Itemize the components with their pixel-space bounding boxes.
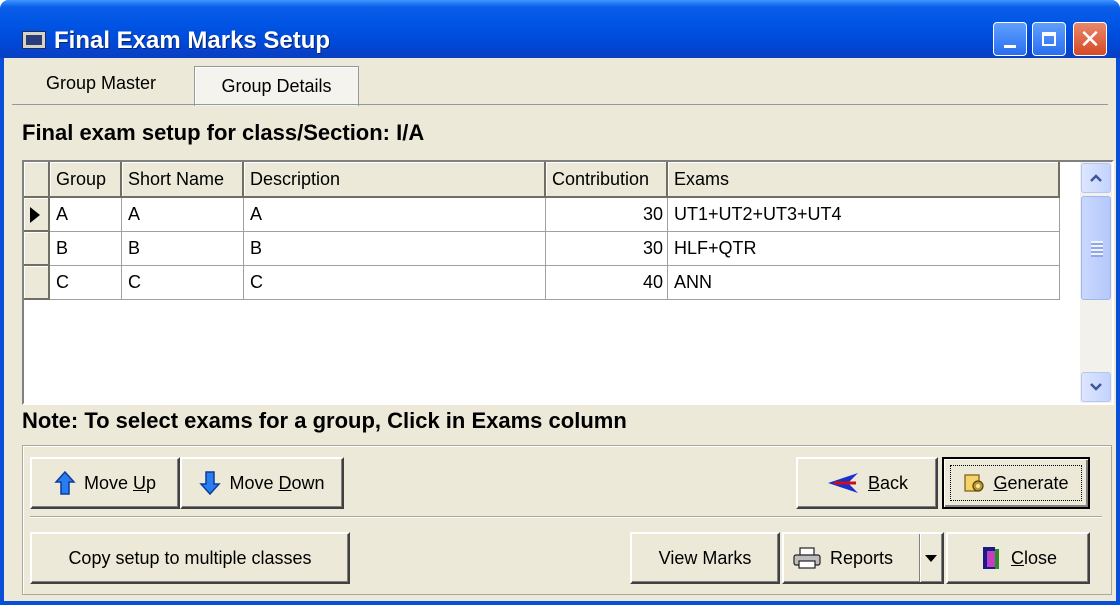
cell-description[interactable]: A	[244, 198, 546, 232]
close-icon: ✕	[1079, 24, 1101, 54]
groups-grid[interactable]: Group Short Name Description Contributio…	[22, 160, 1114, 405]
reports-label: Reports	[830, 547, 894, 568]
cell-short-name[interactable]: C	[122, 266, 244, 300]
back-label: Back	[867, 472, 909, 493]
back-arrow-icon	[827, 473, 858, 493]
scrollbar-thumb[interactable]	[1081, 196, 1111, 300]
move-up-button[interactable]: Move Up	[30, 457, 180, 509]
arrow-up-icon	[54, 470, 76, 495]
vertical-scrollbar[interactable]	[1080, 162, 1112, 403]
back-button[interactable]: Back	[796, 457, 938, 509]
help-note: Note: To select exams for a group, Click…	[22, 408, 627, 433]
move-up-label: Move Up	[83, 472, 157, 493]
tab-group-master[interactable]: Group Master	[20, 62, 182, 104]
generate-button[interactable]: Generate	[942, 457, 1090, 509]
close-label: Close	[1010, 547, 1058, 568]
cell-contribution[interactable]: 30	[546, 232, 668, 266]
generate-label: Generate	[993, 472, 1069, 493]
reports-dropdown-toggle[interactable]	[919, 534, 942, 582]
cell-contribution[interactable]: 40	[546, 266, 668, 300]
door-exit-icon	[982, 547, 999, 569]
title-bar[interactable]: Final Exam Marks Setup ✕	[0, 0, 1120, 58]
chevron-down-icon	[925, 554, 937, 562]
close-window-button[interactable]: ✕	[1073, 22, 1107, 56]
generate-icon	[964, 474, 985, 492]
tab-divider	[12, 104, 1108, 105]
column-header-short-name[interactable]: Short Name	[122, 162, 244, 198]
maximize-button[interactable]	[1032, 22, 1066, 56]
cell-group[interactable]: C	[50, 266, 122, 300]
grip-icon	[1091, 241, 1103, 257]
column-header-contribution[interactable]: Contribution	[546, 162, 668, 198]
move-down-button[interactable]: Move Down	[180, 457, 344, 509]
scroll-down-button[interactable]	[1081, 372, 1111, 402]
cell-group[interactable]: B	[50, 232, 122, 266]
column-header-description[interactable]: Description	[244, 162, 546, 198]
cell-exams[interactable]: UT1+UT2+UT3+UT4	[668, 198, 1060, 232]
cell-group[interactable]: A	[50, 198, 122, 232]
page-title: Final exam setup for class/Section: I/A	[22, 120, 425, 145]
cell-short-name[interactable]: B	[122, 232, 244, 266]
arrow-down-icon	[199, 471, 222, 496]
minimize-button[interactable]	[993, 22, 1027, 56]
cell-description[interactable]: B	[244, 232, 546, 266]
row-selector[interactable]	[24, 198, 50, 232]
close-button[interactable]: Close	[946, 532, 1090, 584]
grid-corner-header	[24, 162, 50, 198]
maximize-icon	[1042, 32, 1056, 46]
cell-short-name[interactable]: A	[122, 198, 244, 232]
cell-exams[interactable]: ANN	[668, 266, 1060, 300]
cell-exams[interactable]: HLF+QTR	[668, 232, 1060, 266]
move-down-label: Move Down	[229, 472, 325, 493]
copy-setup-button[interactable]: Copy setup to multiple classes	[30, 532, 350, 584]
current-row-icon	[30, 207, 40, 223]
minimize-icon	[1004, 44, 1016, 48]
chevron-down-icon	[1090, 383, 1102, 391]
cell-contribution[interactable]: 30	[546, 198, 668, 232]
view-marks-button[interactable]: View Marks	[630, 532, 780, 584]
tab-group-details[interactable]: Group Details	[194, 66, 359, 106]
cell-description[interactable]: C	[244, 266, 546, 300]
scroll-up-button[interactable]	[1081, 163, 1111, 193]
row-selector[interactable]	[24, 232, 50, 266]
window-title: Final Exam Marks Setup	[54, 27, 331, 54]
row-selector[interactable]	[24, 266, 50, 300]
reports-button[interactable]: Reports	[782, 532, 944, 584]
column-header-group[interactable]: Group	[50, 162, 122, 198]
panel-divider	[30, 516, 1102, 518]
app-icon[interactable]	[22, 31, 46, 49]
printer-icon	[793, 547, 821, 569]
column-header-exams[interactable]: Exams	[668, 162, 1060, 198]
chevron-up-icon	[1090, 174, 1102, 182]
